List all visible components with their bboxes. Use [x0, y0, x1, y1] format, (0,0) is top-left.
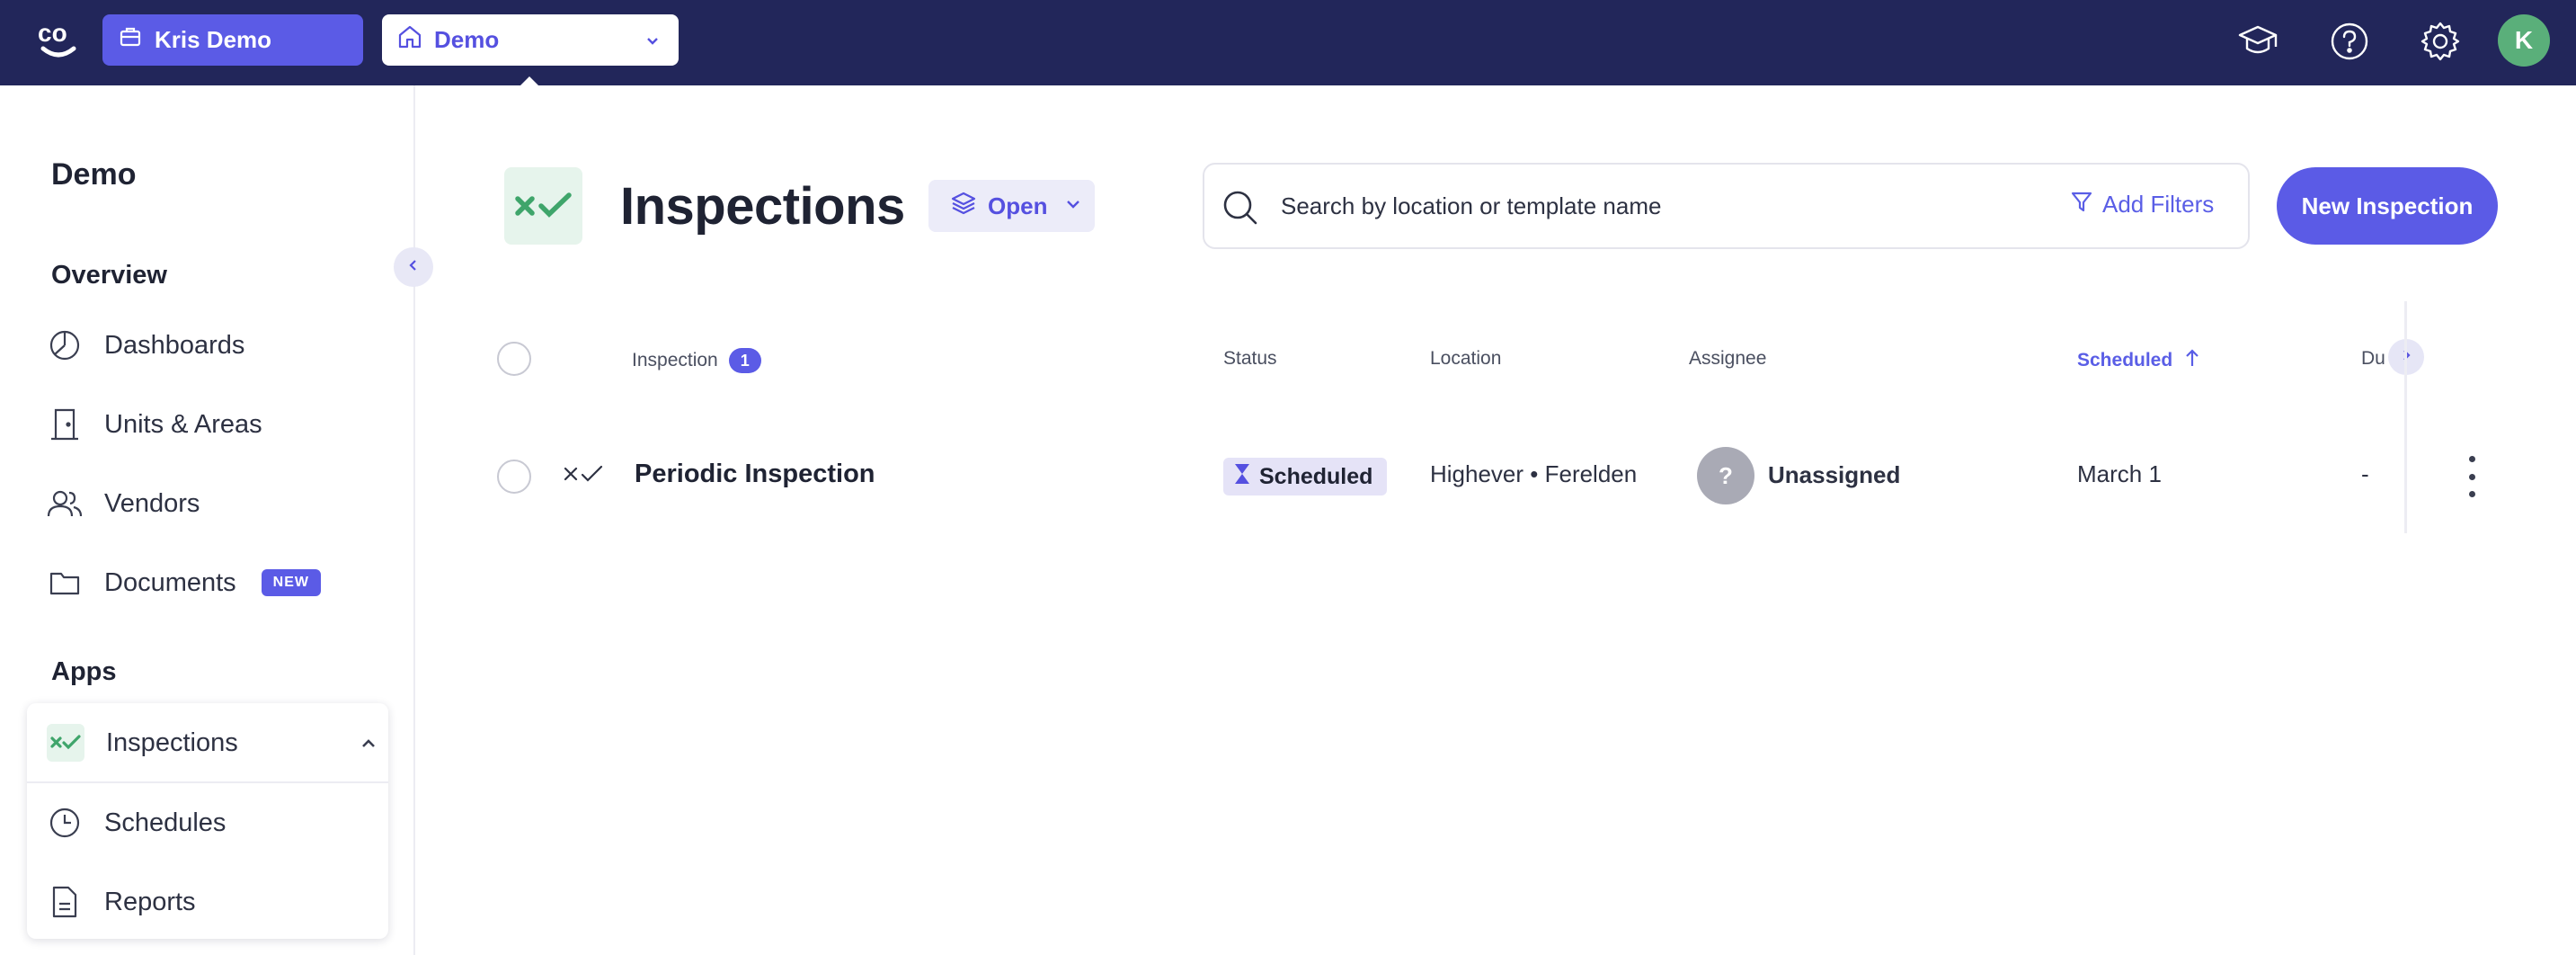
assignee-name[interactable]: Unassigned	[1768, 461, 1900, 489]
folder-icon	[47, 565, 83, 601]
organization-name: Kris Demo	[155, 26, 272, 53]
briefcase-icon	[119, 25, 142, 55]
top-navigation-bar: co Kris Demo Demo K	[0, 0, 2576, 86]
sidebar-item-label: Schedules	[104, 808, 227, 837]
search-icon	[1221, 188, 1260, 232]
filter-icon	[2070, 190, 2093, 219]
help-icon[interactable]	[2324, 16, 2375, 67]
sticky-column-divider	[2404, 301, 2407, 533]
count-badge: 1	[728, 348, 761, 373]
inspections-icon	[47, 724, 84, 762]
location-cell: Highever • Ferelden	[1430, 460, 1638, 487]
column-header-label: Scheduled	[2077, 350, 2173, 370]
clock-icon	[47, 805, 83, 841]
column-header-status[interactable]: Status	[1223, 348, 1277, 370]
apps-menu-divider	[27, 781, 388, 783]
sidebar-item-units-areas[interactable]: Units & Areas	[47, 399, 262, 450]
sidebar-title: Demo	[51, 157, 137, 192]
property-name: Demo	[434, 26, 500, 53]
sidebar-item-label: Units & Areas	[104, 409, 262, 439]
inspection-name[interactable]: Periodic Inspection	[635, 460, 875, 489]
select-all-checkbox[interactable]	[497, 342, 531, 376]
add-filters-label: Add Filters	[2102, 191, 2215, 218]
sidebar-item-label: Reports	[104, 887, 196, 916]
column-header-inspection[interactable]: Inspection 1	[632, 348, 761, 373]
collapse-sidebar-button[interactable]	[394, 247, 433, 287]
sidebar-item-dashboards[interactable]: Dashboards	[47, 320, 244, 370]
sidebar-item-schedules[interactable]: Schedules	[47, 798, 226, 848]
view-filter-dropdown[interactable]: Open	[928, 180, 1095, 232]
chevron-down-icon	[643, 30, 662, 58]
users-icon	[47, 486, 83, 522]
organization-switcher[interactable]: Kris Demo	[102, 14, 363, 66]
column-header-scheduled[interactable]: Scheduled	[2077, 348, 2201, 373]
row-actions-menu-icon[interactable]	[2463, 456, 2481, 497]
new-inspection-button[interactable]: New Inspection	[2277, 167, 2498, 245]
status-badge: Scheduled	[1223, 458, 1388, 495]
hourglass-icon	[1232, 462, 1252, 492]
layers-icon	[950, 190, 977, 223]
app-logo[interactable]: co	[34, 16, 83, 65]
door-icon	[47, 406, 83, 442]
home-icon	[396, 23, 423, 57]
sidebar-item-label: Inspections	[106, 727, 238, 757]
sidebar-item-documents[interactable]: Documents NEW	[47, 558, 321, 608]
logo-text: co	[38, 19, 67, 47]
add-filters-button[interactable]: Add Filters	[2070, 190, 2214, 219]
row-select-checkbox[interactable]	[497, 460, 531, 494]
search-bar: Add Filters	[1203, 163, 2250, 249]
chevron-left-icon	[405, 257, 422, 278]
sidebar-section-overview: Overview	[51, 261, 167, 290]
inspection-type-icon	[563, 463, 604, 489]
sidebar-section-apps: Apps	[51, 657, 117, 686]
inspections-table: Inspection 1 Status Location Assignee Sc…	[485, 301, 2517, 535]
chevron-up-icon[interactable]	[358, 732, 379, 762]
column-header-assignee[interactable]: Assignee	[1689, 348, 1766, 370]
gear-icon[interactable]	[2415, 16, 2465, 67]
apps-menu: Inspections Schedules Reports	[27, 703, 388, 939]
search-input[interactable]	[1281, 188, 2045, 224]
document-icon	[47, 884, 83, 920]
chevron-down-icon	[1063, 192, 1083, 220]
user-avatar[interactable]: K	[2498, 14, 2550, 67]
sidebar-item-label: Documents	[104, 567, 236, 597]
column-header-location[interactable]: Location	[1430, 348, 1501, 370]
scheduled-date-cell: March 1	[2077, 460, 2162, 487]
property-selector[interactable]: Demo	[382, 14, 679, 66]
sidebar-item-label: Vendors	[104, 488, 200, 518]
sidebar-item-label: Dashboards	[104, 330, 245, 360]
selector-caret	[520, 76, 539, 86]
column-header-label: Inspection	[632, 350, 718, 370]
sidebar: Demo Overview Dashboards Units & Areas V…	[0, 85, 415, 955]
column-header-due[interactable]: Du	[2361, 348, 2388, 370]
status-label: Scheduled	[1259, 463, 1373, 489]
sidebar-item-inspections[interactable]: Inspections	[47, 718, 379, 768]
new-badge: NEW	[261, 569, 321, 596]
page-title: Inspections	[620, 177, 905, 236]
graduation-cap-icon[interactable]	[2233, 16, 2283, 67]
sidebar-item-vendors[interactable]: Vendors	[47, 478, 200, 529]
sort-ascending-icon	[2183, 348, 2201, 373]
inspections-page-icon	[504, 167, 582, 245]
sidebar-item-reports[interactable]: Reports	[47, 877, 196, 927]
view-filter-label: Open	[988, 192, 1048, 219]
due-date-cell: -	[2361, 460, 2369, 487]
pie-chart-icon	[47, 327, 83, 363]
assignee-avatar: ?	[1697, 447, 1754, 504]
